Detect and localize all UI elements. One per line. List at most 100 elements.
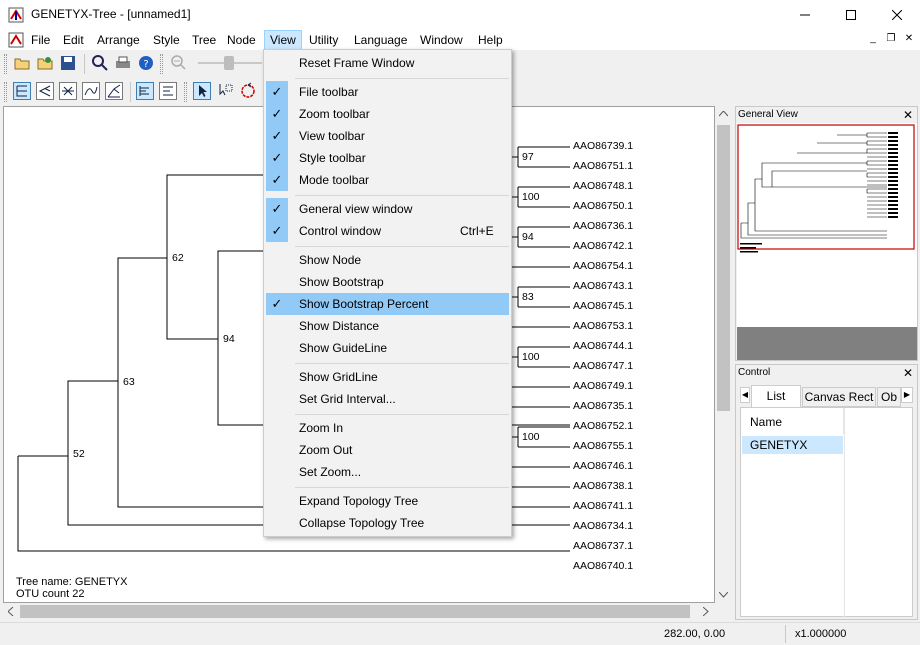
print-icon[interactable] [114, 54, 132, 72]
menu-window[interactable]: Window [415, 30, 468, 50]
control-close-icon[interactable]: ✕ [903, 366, 913, 380]
leaf-label[interactable]: AAO86742.1 [573, 240, 633, 252]
menu-item-style-toolbar[interactable]: ✓ Style toolbar [266, 147, 509, 169]
control-list[interactable]: Name GENETYX [740, 407, 913, 618]
menu-edit[interactable]: Edit [58, 30, 89, 50]
menu-item-show-node[interactable]: Show Node [266, 249, 509, 271]
mdi-minimize-button[interactable]: _ [866, 33, 880, 47]
general-view-close-icon[interactable]: ✕ [903, 108, 913, 122]
list-column-header[interactable]: Name [741, 408, 844, 434]
tab-object[interactable]: Ob [877, 387, 901, 407]
leaf-label[interactable]: AAO86738.1 [573, 480, 633, 492]
leaf-label[interactable]: AAO86740.1 [573, 560, 633, 572]
scroll-right-icon[interactable] [703, 607, 709, 616]
leaf-label[interactable]: AAO86750.1 [573, 200, 633, 212]
menu-item-zoom-in[interactable]: Zoom In [266, 417, 509, 439]
scroll-up-icon[interactable] [719, 111, 728, 117]
rectangular-tree-button[interactable] [13, 82, 31, 100]
menu-item-view-toolbar[interactable]: ✓ View toolbar [266, 125, 509, 147]
tab-canvas-rect[interactable]: Canvas Rect [802, 387, 876, 407]
menu-tree[interactable]: Tree [187, 30, 221, 50]
find-icon[interactable] [91, 54, 109, 72]
toolbar-grip[interactable] [4, 82, 7, 102]
leaf-label[interactable]: AAO86754.1 [573, 260, 633, 272]
leaf-label[interactable]: AAO86734.1 [573, 520, 633, 532]
menu-item-show-distance[interactable]: Show Distance [266, 315, 509, 337]
leaf-label[interactable]: AAO86736.1 [573, 220, 633, 232]
mdi-close-button[interactable]: ✕ [902, 33, 916, 47]
leaf-label[interactable]: AAO86746.1 [573, 460, 633, 472]
zoom-slider-thumb[interactable] [224, 56, 234, 70]
leaf-label[interactable]: AAO86749.1 [573, 380, 633, 392]
horizontal-scroll-thumb[interactable] [20, 605, 690, 618]
menu-node[interactable]: Node [222, 30, 261, 50]
menu-item-general-view-window[interactable]: ✓ General view window [266, 198, 509, 220]
leaf-label[interactable]: AAO86751.1 [573, 160, 633, 172]
minimize-button[interactable] [782, 0, 828, 30]
leaf-label[interactable]: AAO86739.1 [573, 140, 633, 152]
close-button[interactable] [874, 0, 920, 30]
leaf-label[interactable]: AAO86753.1 [573, 320, 633, 332]
pointer-mode-button[interactable] [193, 82, 211, 100]
import-icon[interactable] [36, 54, 54, 72]
menu-item-show-gridline[interactable]: Show GridLine [266, 366, 509, 388]
tab-scroll-right-icon[interactable]: ▶ [901, 387, 913, 403]
menu-file[interactable]: File [26, 30, 55, 50]
menu-item-zoom-out[interactable]: Zoom Out [266, 439, 509, 461]
select-node-button[interactable] [216, 82, 234, 100]
leaf-label[interactable]: AAO86741.1 [573, 500, 633, 512]
unrooted-tree-button[interactable] [105, 82, 123, 100]
menu-help[interactable]: Help [473, 30, 508, 50]
list-item[interactable]: GENETYX [742, 436, 843, 454]
menu-item-mode-toolbar[interactable]: ✓ Mode toolbar [266, 169, 509, 191]
menu-item-reset-frame-window[interactable]: Reset Frame Window [266, 52, 509, 74]
menu-item-set-zoom[interactable]: Set Zoom... [266, 461, 509, 483]
mdi-restore-button[interactable]: ❐ [884, 33, 898, 47]
toolbar-grip[interactable] [160, 54, 163, 74]
scroll-left-icon[interactable] [8, 607, 14, 616]
menu-style[interactable]: Style [148, 30, 185, 50]
tab-list[interactable]: List [751, 385, 801, 407]
menu-arrange[interactable]: Arrange [92, 30, 145, 50]
zoom-out-icon[interactable] [170, 54, 188, 72]
leaf-label[interactable]: AAO86755.1 [573, 440, 633, 452]
open-file-icon[interactable] [13, 54, 31, 72]
vertical-scrollbar[interactable] [715, 106, 732, 603]
scroll-down-icon[interactable] [719, 592, 728, 598]
tab-scroll-left-icon[interactable]: ◀ [740, 387, 750, 403]
toolbar-grip[interactable] [4, 54, 7, 74]
vertical-scroll-thumb[interactable] [717, 125, 730, 411]
leaf-label[interactable]: AAO86747.1 [573, 360, 633, 372]
menu-item-zoom-toolbar[interactable]: ✓ Zoom toolbar [266, 103, 509, 125]
slanted-tree-button[interactable] [36, 82, 54, 100]
leaf-label[interactable]: AAO86752.1 [573, 420, 633, 432]
leaf-label[interactable]: AAO86735.1 [573, 400, 633, 412]
radial-tree-button[interactable] [59, 82, 77, 100]
help-icon[interactable]: ? [137, 54, 155, 72]
maximize-button[interactable] [828, 0, 874, 30]
overview-canvas[interactable] [737, 123, 917, 327]
menu-item-show-bootstrap[interactable]: Show Bootstrap [266, 271, 509, 293]
menu-utility[interactable]: Utility [304, 30, 343, 50]
menu-item-collapse-topology-tree[interactable]: Collapse Topology Tree [266, 512, 509, 534]
menu-item-control-window[interactable]: ✓ Control window Ctrl+E [266, 220, 509, 242]
menu-item-show-bootstrap-percent[interactable]: ✓ Show Bootstrap Percent [266, 293, 509, 315]
menu-item-show-guideline[interactable]: Show GuideLine [266, 337, 509, 359]
menu-item-file-toolbar[interactable]: ✓ File toolbar [266, 81, 509, 103]
leaf-label[interactable]: AAO86743.1 [573, 280, 633, 292]
menu-item-set-grid-interval[interactable]: Set Grid Interval... [266, 388, 509, 410]
horizontal-scrollbar[interactable] [3, 603, 715, 620]
leaf-label[interactable]: AAO86737.1 [573, 540, 633, 552]
align-right-button[interactable] [159, 82, 177, 100]
leaf-label[interactable]: AAO86745.1 [573, 300, 633, 312]
leaf-label[interactable]: AAO86748.1 [573, 180, 633, 192]
rotate-button[interactable] [239, 82, 257, 100]
menu-item-expand-topology-tree[interactable]: Expand Topology Tree [266, 490, 509, 512]
toolbar-grip[interactable] [184, 82, 187, 102]
align-left-button[interactable] [136, 82, 154, 100]
curved-tree-button[interactable] [82, 82, 100, 100]
document-icon[interactable] [8, 32, 24, 48]
menu-view[interactable]: View [264, 30, 302, 50]
save-icon[interactable] [59, 54, 77, 72]
leaf-label[interactable]: AAO86744.1 [573, 340, 633, 352]
